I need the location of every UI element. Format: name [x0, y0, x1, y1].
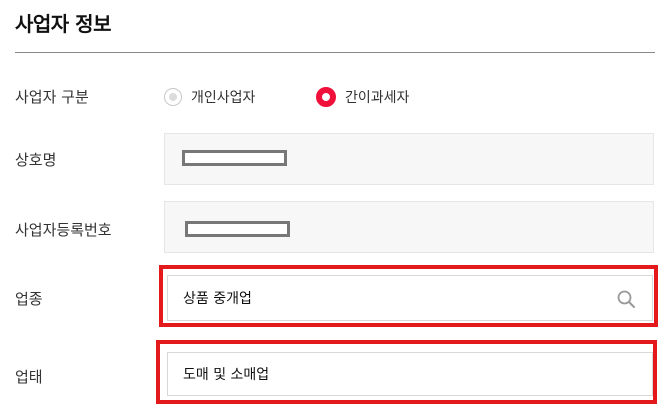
- section-title: 사업자 정보: [15, 12, 111, 36]
- industry-label: 업종: [15, 290, 43, 308]
- search-icon[interactable]: [616, 289, 636, 309]
- trade-name-field: [164, 133, 654, 185]
- redacted-value: [185, 221, 290, 237]
- radio-individual-business[interactable]: 개인사업자: [164, 86, 255, 108]
- radio-simplified-taxpayer-label: 간이과세자: [345, 90, 410, 106]
- radio-individual-business-label: 개인사업자: [191, 90, 256, 106]
- industry-field[interactable]: 상품 중개업: [167, 275, 653, 321]
- radio-unselected-icon: [164, 88, 182, 106]
- business-category-label: 업태: [15, 368, 43, 386]
- registration-number-field: [164, 201, 654, 253]
- divider: [15, 52, 655, 53]
- registration-number-label: 사업자등록번호: [15, 221, 112, 239]
- business-category-value: 도매 및 소매업: [183, 367, 270, 383]
- radio-selected-icon: [316, 87, 336, 107]
- trade-name-label: 상호명: [15, 151, 57, 169]
- business-type-label: 사업자 구분: [15, 88, 89, 106]
- redacted-value: [182, 150, 287, 166]
- industry-value: 상품 중개업: [183, 291, 252, 307]
- radio-simplified-taxpayer[interactable]: 간이과세자: [316, 86, 409, 108]
- business-category-field[interactable]: 도매 및 소매업: [167, 352, 653, 396]
